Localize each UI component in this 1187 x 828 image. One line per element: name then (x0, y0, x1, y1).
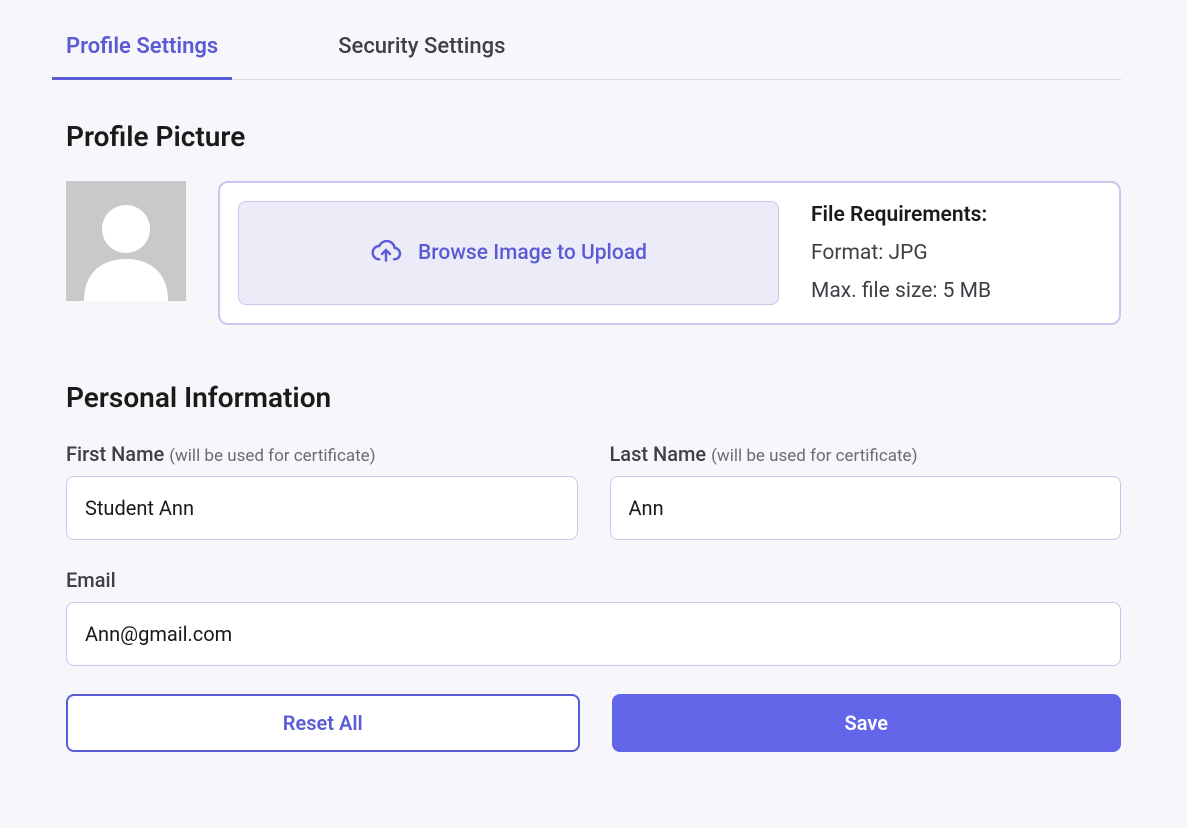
profile-picture-panel: Browse Image to Upload File Requirements… (66, 181, 1121, 325)
save-button[interactable]: Save (612, 694, 1122, 752)
upload-card: Browse Image to Upload File Requirements… (218, 181, 1121, 325)
cloud-upload-icon (370, 238, 402, 268)
first-name-label-text: First Name (66, 442, 164, 466)
first-name-label: First Name (will be used for certificate… (66, 442, 578, 466)
email-input[interactable] (66, 602, 1121, 666)
first-name-hint: (will be used for certificate) (169, 446, 375, 466)
file-format-line: Format: JPG (811, 241, 1101, 265)
personal-info-heading: Personal Information (66, 381, 1121, 414)
tab-profile-settings[interactable]: Profile Settings (66, 30, 218, 79)
email-label: Email (66, 568, 1121, 592)
last-name-group: Last Name (will be used for certificate) (610, 442, 1122, 540)
last-name-label: Last Name (will be used for certificate) (610, 442, 1122, 466)
first-name-group: First Name (will be used for certificate… (66, 442, 578, 540)
browse-image-label: Browse Image to Upload (418, 241, 647, 265)
reset-all-button[interactable]: Reset All (66, 694, 580, 752)
last-name-label-text: Last Name (610, 442, 707, 466)
tabs-bar: Profile Settings Security Settings (66, 30, 1121, 80)
file-requirements-title: File Requirements: (811, 203, 1101, 227)
email-group: Email (66, 568, 1121, 666)
tab-security-settings[interactable]: Security Settings (338, 30, 505, 79)
file-requirements: File Requirements: Format: JPG Max. file… (811, 203, 1101, 303)
profile-picture-heading: Profile Picture (66, 120, 1121, 153)
last-name-hint: (will be used for certificate) (711, 446, 917, 466)
last-name-input[interactable] (610, 476, 1122, 540)
file-size-line: Max. file size: 5 MB (811, 279, 1101, 303)
browse-image-dropzone[interactable]: Browse Image to Upload (238, 201, 779, 305)
first-name-input[interactable] (66, 476, 578, 540)
avatar-placeholder-icon (66, 181, 186, 301)
